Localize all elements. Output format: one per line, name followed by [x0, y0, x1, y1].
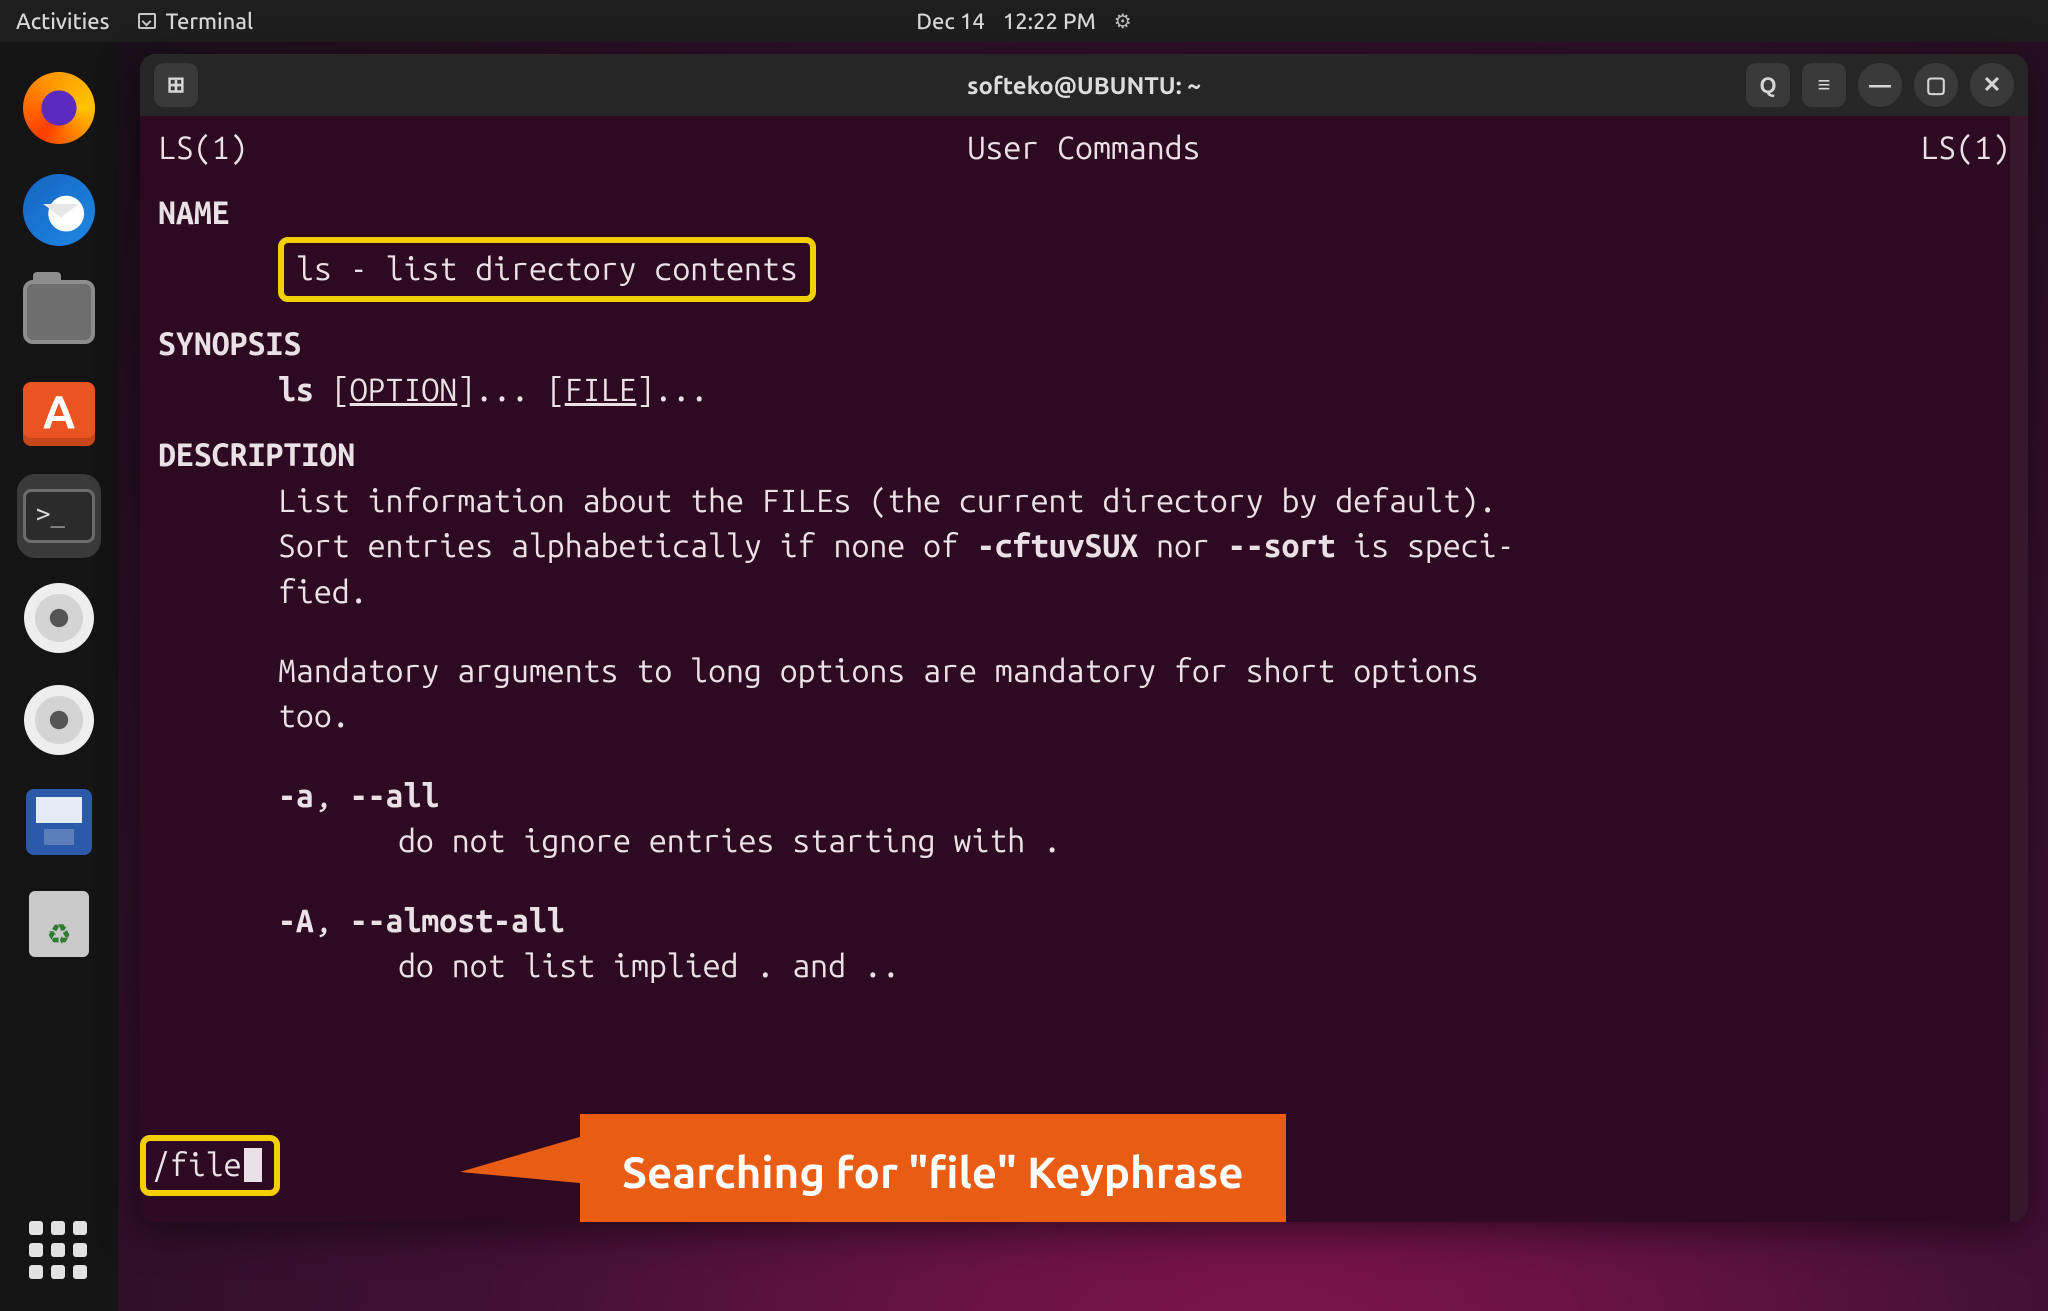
dock-item-disc-1[interactable] — [17, 576, 101, 660]
dock-item-save[interactable] — [17, 780, 101, 864]
trash-icon — [29, 891, 89, 957]
man-header-center: User Commands — [968, 126, 1201, 171]
opt-cap-a-short: -A — [278, 903, 314, 939]
firefox-icon — [23, 72, 95, 144]
time-label: 12:22 PM — [1003, 9, 1096, 34]
search-text: /file — [152, 1147, 242, 1183]
window-titlebar: ⊞ softeko@UBUNTU: ~ Q ≡ — ▢ ✕ — [140, 54, 2028, 116]
maximize-icon: ▢ — [1926, 72, 1947, 98]
gnome-top-bar: Activities Terminal Dec 14 12:22 PM ⚙ — [0, 0, 2048, 42]
current-app-indicator[interactable]: Terminal — [138, 9, 254, 34]
activities-button[interactable]: Activities — [16, 9, 110, 34]
description-paragraph-1: List information about the FILEs (the cu… — [158, 479, 2010, 615]
date-label: Dec 14 — [916, 9, 985, 34]
text-cursor — [244, 1148, 262, 1182]
dock-item-files[interactable] — [17, 270, 101, 354]
plus-tab-icon: ⊞ — [167, 72, 185, 98]
man-search-prompt[interactable]: /file — [140, 1135, 280, 1196]
opt-cap-a-desc: do not list implied . and .. — [278, 944, 2010, 989]
dock-item-disc-2[interactable] — [17, 678, 101, 762]
hamburger-icon: ≡ — [1818, 72, 1831, 98]
close-button[interactable]: ✕ — [1970, 63, 2014, 107]
annotation-callout: Searching for "file" Keyphrase — [580, 1114, 1286, 1222]
dock-item-trash[interactable] — [17, 882, 101, 966]
synopsis-line: ls [OPTION]... [FILE]... — [158, 368, 2010, 413]
search-icon: Q — [1759, 73, 1776, 98]
dock-item-thunderbird[interactable] — [17, 168, 101, 252]
opt-a-desc: do not ignore entries starting with . — [278, 819, 2010, 864]
opt-a-short: -a — [278, 778, 314, 814]
terminal-scrollbar[interactable] — [2010, 116, 2028, 1222]
name-line-text: ls - list directory contents — [296, 251, 798, 287]
disc-icon — [24, 685, 94, 755]
terminal-icon — [138, 13, 156, 29]
man-header-right: LS(1) — [1920, 126, 2010, 171]
dock — [0, 42, 118, 1311]
maximize-button[interactable]: ▢ — [1914, 63, 1958, 107]
terminal-app-icon — [23, 489, 95, 543]
software-center-icon — [23, 382, 95, 446]
option-a: -a, --all do not ignore entries starting… — [158, 774, 2010, 865]
window-title: softeko@UBUNTU: ~ — [967, 72, 1201, 99]
description-paragraph-2: Mandatory arguments to long options are … — [158, 649, 2010, 740]
section-description-heading: DESCRIPTION — [158, 433, 2010, 478]
dock-item-firefox[interactable] — [17, 66, 101, 150]
settings-gear-icon: ⚙ — [1114, 9, 1132, 33]
floppy-icon — [26, 789, 92, 855]
thunderbird-icon — [23, 174, 95, 246]
section-synopsis-heading: SYNOPSIS — [158, 322, 2010, 367]
callout-text: Searching for "file" Keyphrase — [622, 1148, 1244, 1197]
minimize-button[interactable]: — — [1858, 63, 1902, 107]
current-app-label: Terminal — [166, 9, 254, 34]
highlight-name-line: ls - list directory contents — [278, 237, 816, 302]
files-icon — [23, 280, 95, 344]
close-icon: ✕ — [1983, 72, 2001, 98]
terminal-content[interactable]: LS(1) User Commands LS(1) NAME ls - list… — [140, 116, 2028, 1222]
menu-button[interactable]: ≡ — [1802, 63, 1846, 107]
terminal-window: ⊞ softeko@UBUNTU: ~ Q ≡ — ▢ ✕ LS(1) User… — [140, 54, 2028, 1222]
synopsis-cmd: ls — [278, 372, 314, 408]
synopsis-file: FILE — [565, 372, 637, 408]
synopsis-option: OPTION — [350, 372, 458, 408]
section-name-heading: NAME — [158, 191, 2010, 236]
dock-item-software[interactable] — [17, 372, 101, 456]
search-button[interactable]: Q — [1746, 63, 1790, 107]
opt-cap-a-long: --almost-all — [350, 903, 565, 939]
man-header-line: LS(1) User Commands LS(1) — [158, 126, 2010, 171]
dock-item-terminal[interactable] — [17, 474, 101, 558]
new-tab-button[interactable]: ⊞ — [154, 63, 198, 107]
show-applications-button[interactable] — [29, 1221, 89, 1281]
opt-a-long: --all — [350, 778, 440, 814]
clock-area[interactable]: Dec 14 12:22 PM ⚙ — [916, 9, 1131, 34]
disc-icon — [24, 583, 94, 653]
man-header-left: LS(1) — [158, 126, 248, 171]
option-cap-a: -A, --almost-all do not list implied . a… — [158, 899, 2010, 990]
minimize-icon: — — [1869, 73, 1891, 98]
